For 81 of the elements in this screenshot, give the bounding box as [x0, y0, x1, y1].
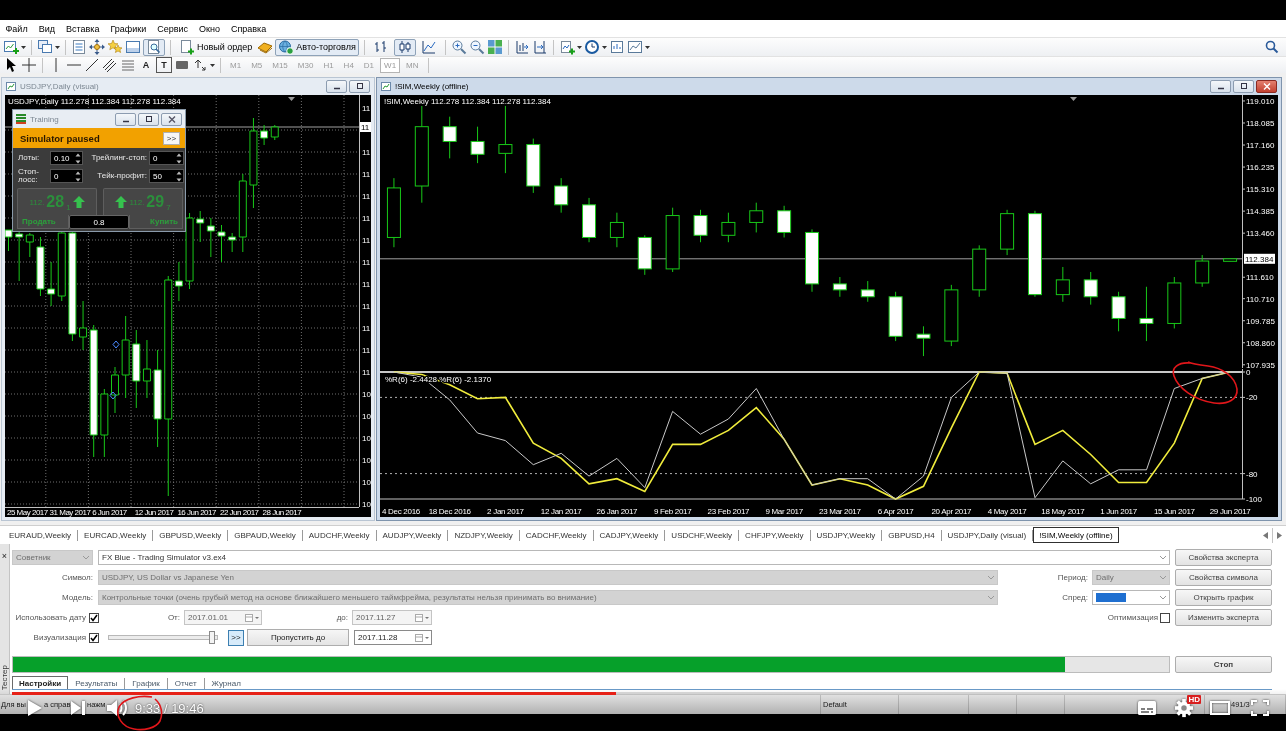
axis-label: 20 Apr 2017 — [931, 507, 972, 516]
axis-label: 109.785 — [1246, 316, 1275, 326]
axis-label: 25 May 2017 — [7, 508, 48, 517]
axis-label: 10 — [362, 434, 371, 443]
field-label: От: — [166, 613, 180, 622]
axis-label: 11 — [362, 170, 371, 179]
axis-label: 107.935 — [1246, 360, 1275, 369]
field-label: Лоты: — [18, 154, 41, 162]
field-label: Спред: — [1062, 593, 1088, 602]
axis-label: -80 — [1246, 469, 1258, 479]
axis-label: 114.385 — [1246, 207, 1275, 217]
axis-label: 0 — [1246, 369, 1251, 377]
axis-label: 11 — [362, 236, 371, 245]
axis-label: 116.235 — [1246, 163, 1275, 173]
field-label: Символ: — [60, 573, 93, 582]
video-time: 9:33 / 19:46 — [135, 700, 204, 716]
axis-label: 22 Jun 2017 — [220, 508, 259, 517]
axis-label: 12 Jun 2017 — [134, 508, 174, 517]
axis-label: 117.160 — [1246, 141, 1275, 151]
quality-badge: HD — [1187, 695, 1201, 704]
axis-label: 111.610 — [1246, 273, 1274, 283]
axis-label: 29 Jun 2017 — [1209, 507, 1251, 516]
chart-title: USDJPY,Daily 112.278 112.384 112.278 112.384 — [8, 97, 181, 106]
field-label: до: — [335, 613, 348, 622]
axis-label: 11 — [362, 258, 371, 267]
axis-label: 11 — [362, 104, 371, 113]
field-label: Модель: — [61, 593, 93, 602]
axis-label: 16 Jun 2017 — [177, 508, 216, 517]
axis-label: 113.460 — [1246, 229, 1275, 239]
axis-label: 11 — [362, 346, 371, 355]
checkbox-label: Оптимизация — [1107, 613, 1158, 622]
axis-label: 11 — [362, 302, 371, 311]
axis-label: 11 — [362, 192, 371, 201]
axis-label: 12 Jan 2017 — [540, 507, 582, 516]
status-text: Simulator paused — [20, 132, 100, 144]
axis-label: 18 Dec 2016 — [428, 507, 471, 516]
axis-label: 110.710 — [1246, 294, 1275, 304]
axis-label: 9 Feb 2017 — [653, 507, 692, 516]
axis-label: 10 — [362, 456, 371, 465]
axis-label: 10 — [362, 478, 371, 487]
axis-label: 18 May 2017 — [1041, 507, 1085, 516]
price-tag: 112.384 — [1244, 253, 1275, 264]
axis-label: 23 Mar 2017 — [819, 507, 861, 516]
checkbox-label: Использовать дату — [14, 613, 86, 622]
axis-label: 118.085 — [1246, 119, 1275, 128]
axis-label: 11 — [362, 280, 371, 289]
field-label: Стоп-лосс: — [18, 168, 40, 184]
axis-label: 4 Dec 2016 — [382, 507, 420, 516]
axis-label: 31 May 2017 — [49, 508, 91, 517]
axis-label: 15 Jun 2017 — [1153, 507, 1195, 516]
field-label: Период: — [1057, 573, 1088, 582]
axis-label: 4 May 2017 — [987, 507, 1027, 516]
axis-label: 10 — [362, 500, 371, 509]
axis-label: 6 Jun 2017 — [92, 508, 127, 517]
checkbox-label: Визуализация — [32, 633, 86, 642]
panel-label: Тестер — [0, 664, 9, 690]
window-title: USDJPY,Daily (visual) — [20, 82, 100, 91]
axis-label: 2 Jan 2017 — [487, 507, 524, 516]
axis-label: 1 Jun 2017 — [1100, 507, 1137, 516]
field-label: Тейк-профит: — [97, 172, 147, 180]
chart-title: !SIM,Weekly 112.278 112.384 112.278 112.384 — [384, 97, 551, 106]
axis-label: -20 — [1246, 393, 1258, 403]
axis-label: 11 — [362, 368, 371, 377]
axis-label: 115.310 — [1246, 185, 1275, 195]
axis-label: 11 — [362, 214, 371, 223]
axis-label: 10 — [362, 390, 371, 399]
axis-label: 6 Apr 2017 — [877, 507, 914, 516]
axis-label: -100 — [1246, 495, 1262, 504]
axis-label: 26 Jan 2017 — [596, 507, 638, 516]
window-title: Training — [30, 114, 60, 124]
axis-label: 11 — [362, 148, 371, 157]
axis-label: 9 Mar 2017 — [765, 507, 803, 516]
axis-label: 119.010 — [1246, 96, 1275, 106]
price-tag: 11 — [360, 122, 371, 132]
axis-label: 28 Jun 2017 — [262, 508, 302, 517]
axis-label: 23 Feb 2017 — [707, 507, 750, 516]
axis-label: 10 — [362, 412, 371, 421]
window-title: !SIM,Weekly (offline) — [395, 82, 470, 91]
axis-label: 11 — [362, 324, 371, 333]
axis-label: 108.860 — [1246, 338, 1275, 348]
field-label: Трейлинг-стоп: — [91, 154, 147, 162]
